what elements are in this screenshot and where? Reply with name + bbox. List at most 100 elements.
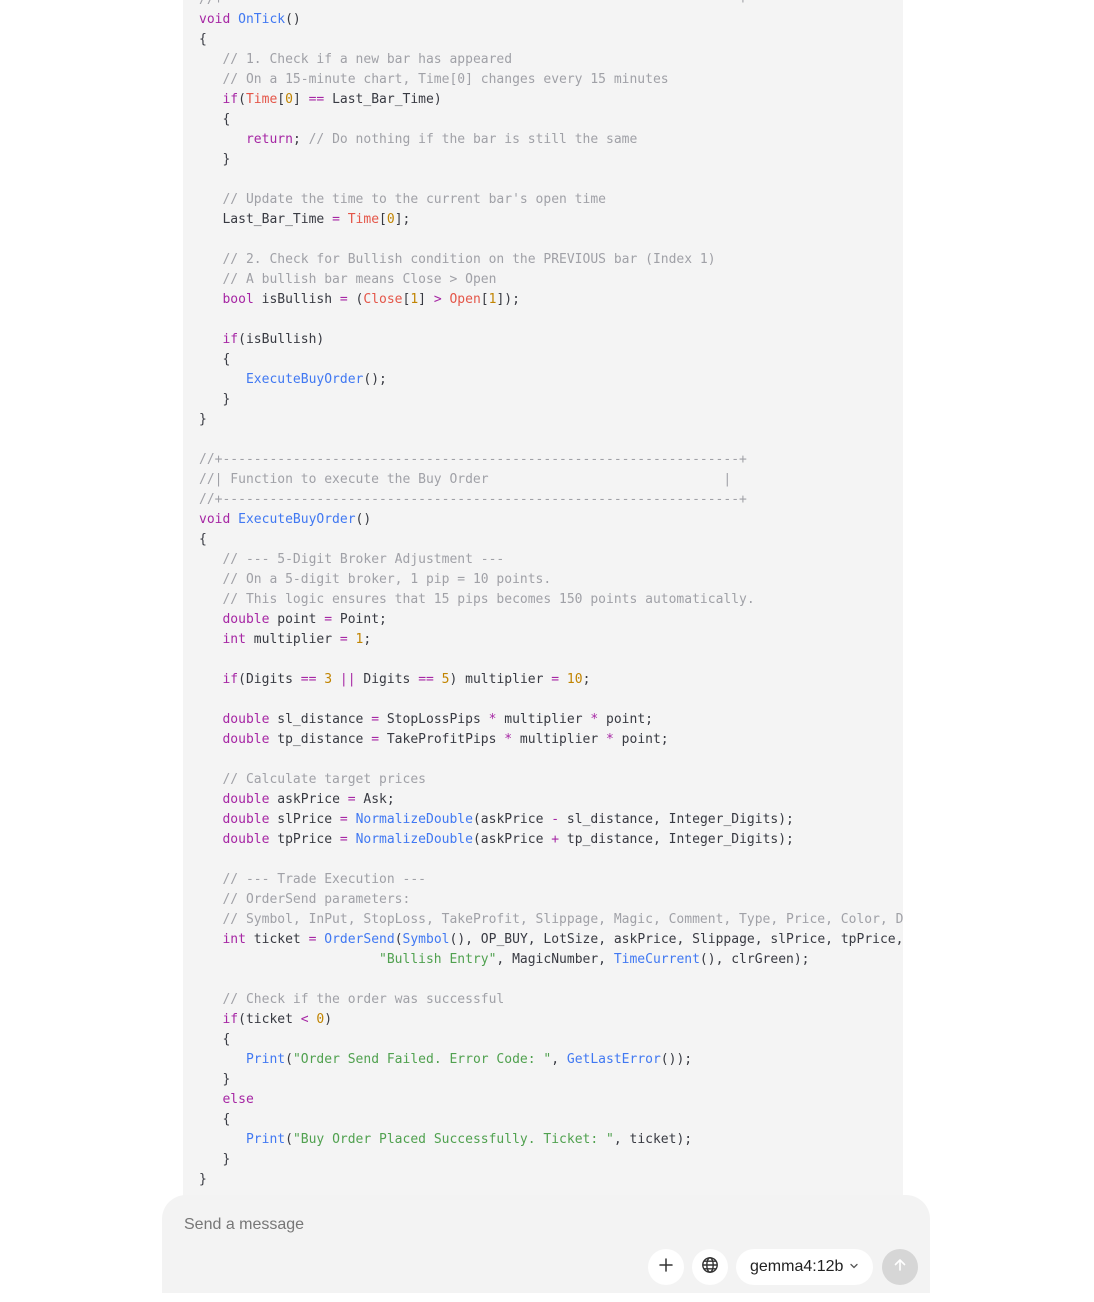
code-token: double — [222, 812, 270, 827]
code-line: Last_Bar_Time = Time[0]; — [199, 210, 903, 230]
code-token: "Bullish Entry" — [379, 952, 497, 967]
code-token: GetLastError — [566, 1052, 661, 1067]
code-line: double askPrice = Ask; — [199, 790, 903, 810]
code-token: double — [222, 832, 270, 847]
code-token: { — [199, 1112, 231, 1127]
code-token: OnTick — [238, 12, 286, 27]
code-token: // 2. Check for Bullish condition on the… — [222, 252, 716, 267]
code-line: //+-------------------------------------… — [199, 0, 903, 10]
code-token: ) multiplier — [449, 672, 552, 687]
code-token: { — [199, 1032, 231, 1047]
code-token: ( — [394, 932, 403, 947]
code-token: Close — [363, 292, 403, 307]
code-line: { — [199, 1030, 903, 1050]
code-line: else — [199, 1090, 903, 1110]
code-line: // Symbol, InPut, StopLoss, TakeProfit, … — [199, 910, 903, 930]
code-token: Symbol — [402, 932, 450, 947]
code-line: //+-------------------------------------… — [199, 490, 903, 510]
attach-button[interactable] — [648, 1249, 684, 1285]
code-line: Print("Order Send Failed. Error Code: ",… — [199, 1050, 903, 1070]
code-token: //+-------------------------------------… — [199, 492, 747, 507]
code-token: = — [339, 632, 348, 647]
code-token: } — [199, 152, 231, 167]
code-token: (ticket — [238, 1012, 301, 1027]
code-token: * — [504, 732, 513, 747]
code-line: { — [199, 110, 903, 130]
code-token: // A bullish bar means Close > Open — [222, 272, 497, 287]
send-button[interactable] — [882, 1249, 918, 1285]
code-token: (isBullish) — [238, 332, 325, 347]
code-line: { — [199, 530, 903, 550]
code-token: tpPrice — [269, 832, 340, 847]
code-token: point; — [598, 712, 653, 727]
code-token: } — [199, 412, 207, 427]
code-token: * — [590, 712, 599, 727]
code-token: // 1. Check if a new bar has appeared — [222, 52, 513, 67]
code-token: TakeProfitPips — [379, 732, 505, 747]
model-selector[interactable]: gemma4:12b — [736, 1249, 874, 1285]
code-token: double — [222, 732, 270, 747]
code-token: (askPrice — [472, 812, 552, 827]
code-token: multiplier — [512, 732, 607, 747]
code-token: tp_distance — [269, 732, 372, 747]
code-line: { — [199, 30, 903, 50]
code-token: == — [418, 672, 434, 687]
code-token: = — [371, 712, 380, 727]
code-line: // Update the time to the current bar's … — [199, 190, 903, 210]
code-token: = — [332, 212, 340, 227]
code-token: //| Function to execute the Buy Order | — [199, 472, 732, 487]
code-line: void OnTick() — [199, 10, 903, 30]
code-token: ( — [238, 92, 246, 107]
code-token: int — [222, 632, 246, 647]
code-token: ] — [292, 92, 309, 107]
code-token: = — [371, 732, 380, 747]
web-search-button[interactable] — [692, 1249, 728, 1285]
code-token: int — [222, 932, 246, 947]
code-token: (askPrice — [472, 832, 552, 847]
code-token: Last_Bar_Time) — [324, 92, 442, 107]
code-block: //+-------------------------------------… — [183, 0, 903, 1200]
code-token: slPrice — [269, 812, 340, 827]
code-token: ]; — [394, 212, 411, 227]
code-token: ()); — [660, 1052, 693, 1067]
code-line: // Check if the order was successful — [199, 990, 903, 1010]
code-token: = — [339, 812, 348, 827]
code-token: //+-------------------------------------… — [199, 452, 747, 467]
code-token: StopLossPips — [379, 712, 489, 727]
code-line: { — [199, 1110, 903, 1130]
code-token: askPrice — [269, 792, 348, 807]
code-token: // Check if the order was successful — [222, 992, 505, 1007]
code-line: "Bullish Entry", MagicNumber, TimeCurren… — [199, 950, 903, 970]
code-line: if(Digits == 3 || Digits == 5) multiplie… — [199, 670, 903, 690]
code-token: // --- Trade Execution --- — [222, 872, 426, 887]
code-token: { — [199, 532, 207, 547]
message-input[interactable] — [182, 1209, 886, 1241]
code-token: } — [199, 1152, 231, 1167]
code-token: Point; — [332, 612, 387, 627]
code-line: // 1. Check if a new bar has appeared — [199, 50, 903, 70]
code-line: } — [199, 390, 903, 410]
code-token: point — [269, 612, 325, 627]
code-line: } — [199, 1070, 903, 1090]
code-token: (); — [363, 372, 387, 387]
code-line: int multiplier = 1; — [199, 630, 903, 650]
code-line: } — [199, 1150, 903, 1170]
code-token: = — [339, 832, 348, 847]
code-token: { — [199, 352, 231, 367]
